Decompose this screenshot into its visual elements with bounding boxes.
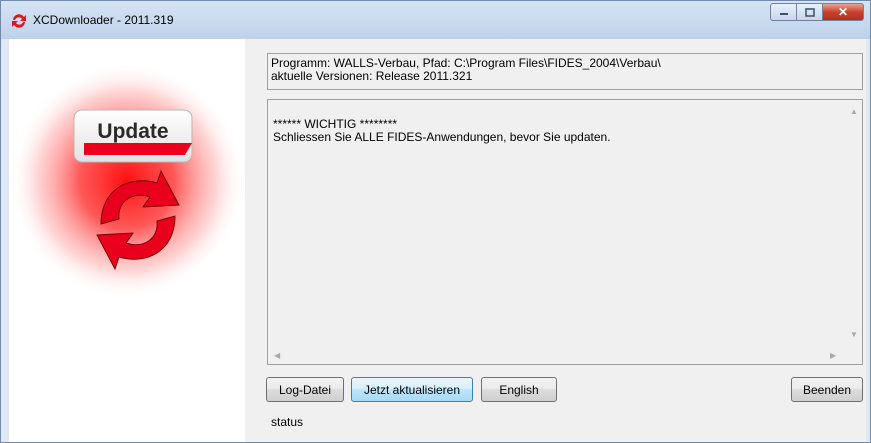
quit-button[interactable]: Beenden — [791, 377, 863, 402]
close-icon: ✕ — [837, 5, 849, 19]
program-info-box: Programm: WALLS-Verbau, Pfad: C:\Program… — [267, 53, 863, 90]
status-label: status — [271, 415, 304, 429]
scroll-right-icon[interactable]: ▶ — [830, 351, 836, 360]
maximize-button[interactable] — [796, 3, 822, 21]
minimize-button[interactable] — [770, 3, 796, 21]
message-text: ****** WICHTIG ******** Schliessen Sie A… — [273, 117, 611, 144]
horizontal-scrollbar[interactable]: ◀ ▶ — [268, 347, 847, 364]
vertical-scrollbar[interactable]: ▲ ▼ — [845, 100, 862, 348]
update-logo: Update — [9, 63, 245, 299]
scroll-down-icon[interactable]: ▼ — [850, 330, 858, 339]
window-title: XCDownloader - 2011.319 — [33, 13, 174, 27]
title-bar[interactable]: XCDownloader - 2011.319 ✕ — [1, 1, 870, 39]
scroll-left-icon[interactable]: ◀ — [274, 351, 280, 360]
update-label: Update — [97, 120, 168, 143]
message-textarea[interactable]: ****** WICHTIG ******** Schliessen Sie A… — [267, 99, 863, 365]
update-now-button[interactable]: Jetzt aktualisieren — [351, 377, 473, 402]
scroll-up-icon[interactable]: ▲ — [850, 107, 858, 116]
close-button[interactable]: ✕ — [822, 3, 864, 21]
app-window: XCDownloader - 2011.319 ✕ Update Program… — [0, 0, 871, 443]
maximize-icon — [804, 7, 815, 17]
english-button[interactable]: English — [481, 377, 557, 402]
left-logo-panel: Update — [9, 39, 245, 442]
app-refresh-icon — [12, 14, 26, 28]
minimize-icon — [779, 13, 788, 15]
main-panel: Programm: WALLS-Verbau, Pfad: C:\Program… — [245, 39, 866, 442]
red-glow — [9, 63, 245, 299]
window-controls: ✕ — [770, 3, 864, 23]
log-file-button[interactable]: Log-Datei — [266, 377, 344, 402]
current-version-text: aktuelle Versionen: Release 2011.321 — [271, 69, 473, 83]
